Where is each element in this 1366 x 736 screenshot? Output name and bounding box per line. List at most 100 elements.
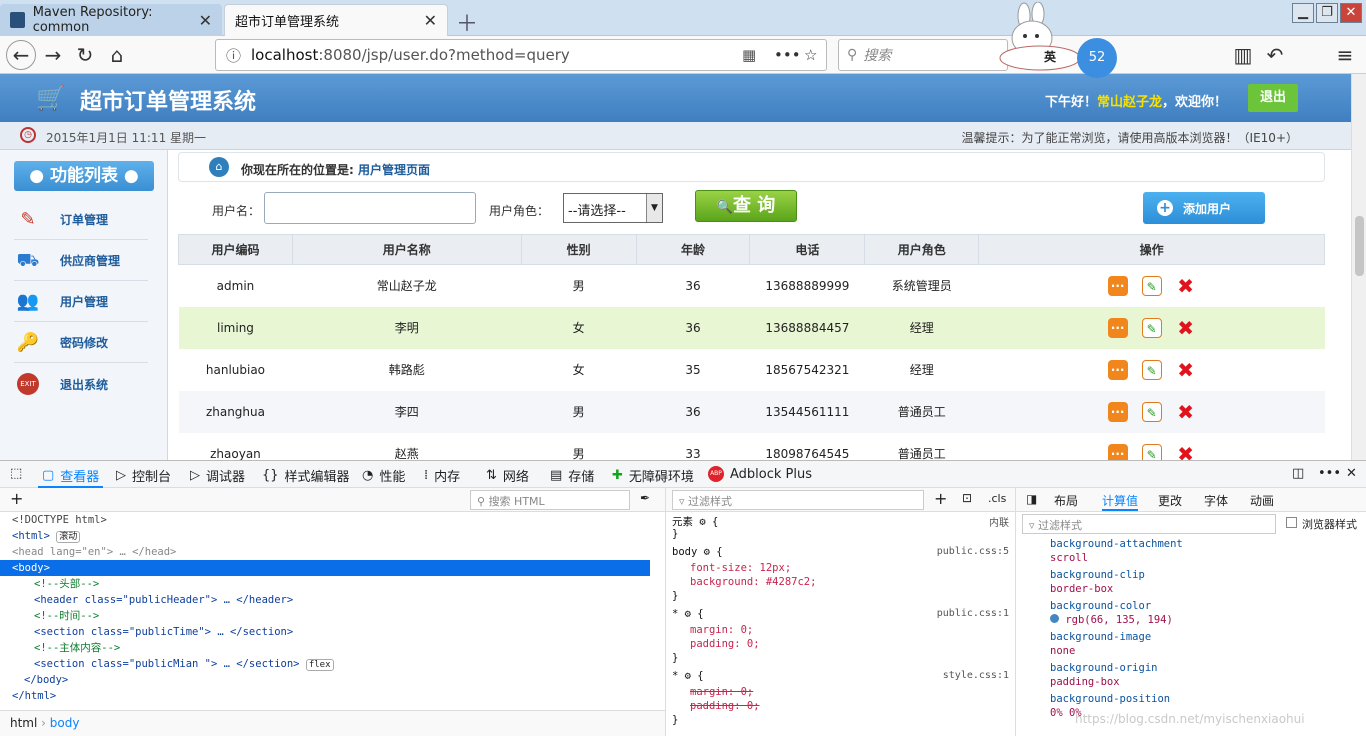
close-devtools-icon[interactable]: ✕	[1346, 466, 1357, 481]
html-line-selected[interactable]: <body>	[12, 560, 50, 576]
tab-style-editor[interactable]: {} 样式编辑器	[262, 466, 350, 485]
window-close-icon[interactable]: ✕	[1340, 3, 1362, 23]
html-line[interactable]: <head lang="en"> … </head>	[12, 544, 176, 560]
qr-code-icon[interactable]: ▦	[742, 46, 756, 64]
edit-icon[interactable]: ✎	[1141, 275, 1162, 296]
tab-layout[interactable]: 布局	[1054, 492, 1078, 509]
delete-icon[interactable]: ✖	[1176, 318, 1196, 338]
more-icon[interactable]: •••	[1318, 466, 1341, 481]
add-rule-icon[interactable]: +	[934, 489, 947, 508]
close-tab-icon[interactable]: ✕	[424, 11, 437, 30]
tab-accessibility[interactable]: ✚ 无障碍环境	[612, 466, 694, 485]
rule-selector[interactable]: body ⚙ {	[672, 546, 723, 558]
tab-changes[interactable]: 更改	[1158, 492, 1182, 509]
computed-prop[interactable]: background-attachment	[1050, 538, 1183, 550]
edit-icon[interactable]: ✎	[1141, 401, 1162, 422]
view-icon[interactable]: ···	[1107, 275, 1128, 296]
computed-prop[interactable]: background-position	[1050, 693, 1170, 705]
computed-prop[interactable]: background-color	[1050, 600, 1151, 612]
forward-icon[interactable]: →	[38, 40, 68, 70]
eyedropper-icon[interactable]: ✒	[640, 491, 650, 505]
rule-selector[interactable]: 元素 ⚙ {	[672, 514, 718, 529]
edit-icon[interactable]: ✎	[1141, 443, 1162, 460]
scrollbar-thumb[interactable]	[1355, 216, 1364, 276]
add-user-button[interactable]: + 添加用户	[1143, 192, 1265, 224]
html-line[interactable]: <section class="publicMian "> … </sectio…	[34, 656, 334, 673]
breadcrumb-item[interactable]: body	[50, 716, 80, 730]
tab-inspector[interactable]: ▢ 查看器	[37, 466, 104, 488]
rule-source[interactable]: public.css:1	[937, 608, 1009, 619]
minimize-icon[interactable]: ▁	[1292, 3, 1314, 23]
rule-selector[interactable]: * ⚙ {	[672, 608, 704, 620]
computed-prop[interactable]: background-clip	[1050, 569, 1145, 581]
browser-search-input[interactable]: ⚲ 搜索	[838, 39, 1008, 71]
page-actions-icon[interactable]: •••	[774, 46, 801, 64]
new-tab-icon[interactable]: ＋	[456, 6, 478, 38]
pick-element-icon[interactable]: ⬚	[10, 466, 22, 481]
tab-animations[interactable]: 动画	[1250, 492, 1274, 509]
edit-icon[interactable]: ✎	[1141, 317, 1162, 338]
view-icon[interactable]: ···	[1107, 317, 1128, 338]
rule-source[interactable]: 内联	[989, 514, 1009, 529]
url-bar[interactable]: ⓘ localhost:8080/jsp/user.do?method=quer…	[215, 39, 827, 71]
sidebar-item-users[interactable]: 👥 用户管理	[14, 282, 148, 322]
sidebar-item-suppliers[interactable]: ⛟ 供应商管理	[14, 241, 148, 281]
dock-icon[interactable]: ◫	[1292, 466, 1304, 481]
tab-maven[interactable]: Maven Repository: common ✕	[0, 4, 222, 36]
html-line[interactable]: <!--时间-->	[34, 608, 99, 624]
view-icon[interactable]: ···	[1107, 443, 1128, 460]
tab-network[interactable]: ⇅ 网络	[486, 466, 529, 485]
html-line[interactable]: <!DOCTYPE html>	[12, 512, 107, 528]
logout-button[interactable]: 退出	[1248, 84, 1298, 112]
reload-icon[interactable]: ↻	[70, 40, 100, 70]
tab-supermarket[interactable]: 超市订单管理系统 ✕	[224, 4, 448, 36]
tab-console[interactable]: ▷ 控制台	[116, 466, 171, 485]
delete-icon[interactable]: ✖	[1176, 276, 1196, 296]
html-search-input[interactable]: ⚲ 搜索 HTML	[470, 490, 630, 510]
back-icon[interactable]: ←	[6, 40, 36, 70]
ime-language-label[interactable]: 英	[1044, 48, 1056, 65]
sidebar-item-exit[interactable]: EXIT 退出系统	[14, 364, 148, 404]
view-icon[interactable]: ···	[1107, 401, 1128, 422]
html-line[interactable]: <html> 滚动	[12, 528, 81, 545]
html-line[interactable]: <section class="publicTime"> … </section…	[34, 624, 293, 640]
rule-declaration-overridden[interactable]: padding: 0;	[690, 700, 760, 712]
tab-memory[interactable]: ⁞ 内存	[424, 466, 460, 485]
rule-declaration[interactable]: margin: 0;	[690, 624, 753, 636]
breadcrumb-item[interactable]: html	[10, 716, 37, 730]
rule-declaration[interactable]: background: #4287c2;	[690, 576, 816, 588]
html-line[interactable]: </body>	[24, 672, 68, 688]
computed-filter-input[interactable]: ▿ 过滤样式	[1022, 514, 1276, 534]
restore-icon[interactable]: ❐	[1316, 3, 1338, 23]
panel-toggle-icon[interactable]: ◨	[1026, 492, 1037, 506]
html-line[interactable]: </html>	[12, 688, 56, 704]
computed-prop[interactable]: background-origin	[1050, 662, 1157, 674]
print-simulation-icon[interactable]: ⊡	[962, 491, 972, 505]
rule-declaration-overridden[interactable]: margin: 0;	[690, 686, 753, 698]
html-line[interactable]: <!--主体内容-->	[34, 640, 120, 656]
styles-filter-input[interactable]: ▿ 过滤样式	[672, 490, 924, 510]
username-input[interactable]	[264, 192, 476, 224]
delete-icon[interactable]: ✖	[1176, 360, 1196, 380]
cls-toggle[interactable]: .cls	[988, 492, 1006, 505]
role-select[interactable]: --请选择-- ▼	[563, 193, 663, 223]
delete-icon[interactable]: ✖	[1176, 444, 1196, 461]
info-icon[interactable]: ⓘ	[226, 45, 241, 66]
rule-source[interactable]: style.css:1	[943, 670, 1009, 681]
close-tab-icon[interactable]: ✕	[199, 11, 212, 30]
sidebar-item-orders[interactable]: ✎ 订单管理	[14, 200, 148, 240]
html-line[interactable]: <!--头部-->	[34, 576, 99, 592]
add-node-icon[interactable]: +	[10, 489, 23, 508]
tab-computed[interactable]: 计算值	[1102, 492, 1139, 511]
rule-selector[interactable]: * ⚙ {	[672, 670, 704, 682]
page-scrollbar[interactable]	[1351, 74, 1366, 460]
menu-icon[interactable]: ≡	[1330, 40, 1360, 70]
rule-declaration[interactable]: padding: 0;	[690, 638, 760, 650]
tab-performance[interactable]: ◔ 性能	[362, 466, 405, 485]
sidebar-item-password[interactable]: 🔑 密码修改	[14, 323, 148, 363]
rule-declaration[interactable]: font-size: 12px;	[690, 562, 791, 574]
query-button[interactable]: 🔍查 询	[695, 190, 797, 222]
tab-debugger[interactable]: ▷ 调试器	[190, 466, 245, 485]
bookmark-star-icon[interactable]: ☆	[804, 46, 817, 64]
view-icon[interactable]: ···	[1107, 359, 1128, 380]
